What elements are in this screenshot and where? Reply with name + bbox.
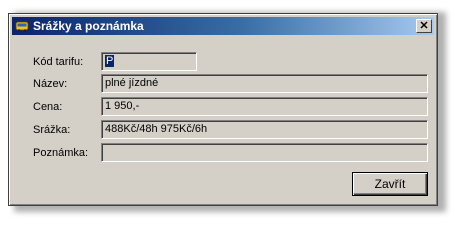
close-icon: ✕ [419, 19, 429, 32]
kod-tarifu-label: Kód tarifu: [33, 56, 84, 68]
srazka-label: Srážka: [33, 124, 71, 136]
app-icon [15, 19, 29, 33]
kod-tarifu-value: P [105, 55, 115, 67]
cena-label: Cena: [33, 101, 63, 113]
close-window-button[interactable]: ✕ [416, 19, 432, 33]
title-bar[interactable]: Srážky a poznámka ✕ [12, 17, 434, 35]
dialog-window: Srážky a poznámka ✕ Kód tarifu: P Název:… [8, 13, 438, 206]
nazev-label: Název: [33, 78, 68, 90]
window-title: Srážky a poznámka [33, 19, 144, 33]
zavrit-button[interactable]: Zavřít [352, 172, 428, 196]
kod-tarifu-field[interactable]: P [101, 52, 197, 71]
poznamka-field[interactable] [101, 143, 428, 162]
srazka-field[interactable]: 488Kč/48h 975Kč/6h [101, 120, 428, 139]
poznamka-label: Poznámka: [33, 147, 89, 159]
cena-field[interactable]: 1 950,- [101, 97, 428, 116]
nazev-field[interactable]: plné jízdné [101, 74, 428, 93]
